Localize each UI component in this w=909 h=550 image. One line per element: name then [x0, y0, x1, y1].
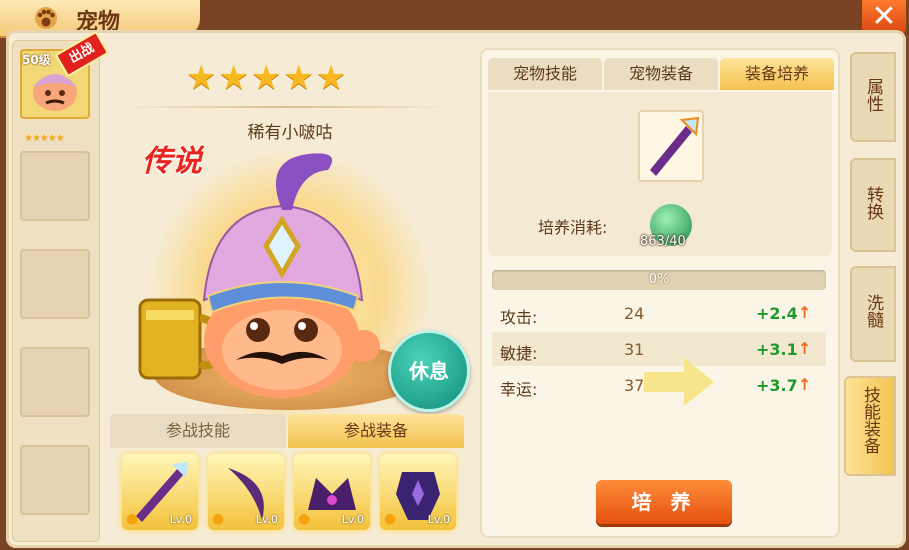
pet-slot-empty[interactable] — [20, 445, 90, 515]
equipment-level: Lv.0 — [427, 513, 450, 526]
equipment-slot[interactable]: ● Lv.0 — [294, 454, 370, 530]
tab-equipment-cultivate[interactable]: 装备培养 — [720, 58, 834, 90]
equipment-slot[interactable]: ● Lv.0 — [380, 454, 456, 530]
paw-icon: ● — [298, 511, 311, 527]
cultivate-panel: 宠物技能 宠物装备 装备培养 培养消耗: 863/40 0% 攻击: 24 +2… — [480, 48, 840, 538]
cultivate-button[interactable]: 培 养 — [596, 480, 732, 524]
equipment-level: Lv.0 — [169, 513, 192, 526]
equipment-slot[interactable]: ● Lv.0 — [122, 454, 198, 530]
side-tab-label: 转换 — [863, 186, 883, 220]
tab-battle-skills[interactable]: 参战技能 — [110, 414, 286, 448]
stat-row: 攻击: 24 +2.4 ↑ — [492, 296, 826, 330]
side-tab-refine[interactable]: 洗髓 — [850, 266, 896, 362]
paw-icon: ● — [384, 511, 397, 527]
up-arrow-icon: ↑ — [798, 339, 812, 358]
stat-name: 幸运: — [500, 380, 538, 399]
pet-display: ★★★★★ 稀有小啵咕 传说 休息 参战技能 参战装备 ● Lv.0 ● Lv.… — [102, 40, 474, 540]
paw-icon: ● — [126, 511, 139, 527]
pet-slot-active[interactable]: 50级 出战 ★★★★★ — [20, 30, 110, 144]
stat-increase: +3.1 — [756, 340, 798, 359]
pet-name: 稀有小啵咕 — [247, 123, 333, 143]
staff-icon — [650, 116, 700, 176]
tab-pet-skills[interactable]: 宠物技能 — [488, 58, 602, 90]
equipment-slot[interactable]: ● Lv.0 — [208, 454, 284, 530]
rarity-label: 传说 — [142, 144, 202, 179]
cost-label: 培养消耗: — [538, 218, 608, 237]
cost-value: 863/40 — [640, 234, 686, 249]
pet-star-rating: ★★★★★ — [186, 58, 349, 98]
stat-value: 24 — [624, 304, 645, 323]
side-tab-label: 属性 — [863, 78, 883, 112]
battle-equipment-row: ● Lv.0 ● Lv.0 ● Lv.0 ● Lv.0 — [116, 452, 460, 536]
side-tab-skill-equipment[interactable]: 技能装备 — [844, 376, 896, 476]
progress-text: 0% — [648, 272, 670, 287]
right-tabs: 宠物技能 宠物装备 装备培养 — [488, 58, 834, 92]
tab-battle-equipment[interactable]: 参战装备 — [288, 414, 464, 448]
equipment-level: Lv.0 — [255, 513, 278, 526]
stat-value: 31 — [624, 340, 645, 359]
side-tab-label: 技能装备 — [860, 386, 880, 454]
paw-icon: ● — [212, 511, 225, 527]
tab-pet-equipment[interactable]: 宠物装备 — [604, 58, 718, 90]
stat-increase: +3.7 — [756, 376, 798, 395]
equipment-level: Lv.0 — [341, 513, 364, 526]
rest-button[interactable]: 休息 — [388, 330, 470, 412]
side-tab-attributes[interactable]: 属性 — [850, 52, 896, 142]
pet-slot-empty[interactable] — [20, 151, 90, 221]
cultivate-item-box: 培养消耗: 863/40 — [488, 92, 832, 256]
up-arrow-icon: ↑ — [798, 303, 812, 322]
paw-icon — [35, 7, 57, 29]
pet-slot-empty[interactable] — [20, 249, 90, 319]
pet-slot-empty[interactable] — [20, 347, 90, 417]
slot-star-rating: ★★★★★ — [24, 133, 65, 144]
stat-value: 37 — [624, 376, 645, 395]
cultivate-item-slot[interactable] — [638, 110, 704, 182]
right-arrow-icon — [644, 358, 714, 406]
stat-name: 敏捷: — [500, 344, 538, 363]
cultivate-progress-bar: 0% — [492, 270, 826, 290]
side-tab-convert[interactable]: 转换 — [850, 158, 896, 252]
up-arrow-icon: ↑ — [798, 375, 812, 394]
pet-slot-list: 50级 出战 ★★★★★ — [12, 30, 110, 542]
pet-portrait — [138, 153, 380, 398]
pet-level-text: 50级 — [22, 53, 51, 67]
battle-tabs: 参战技能 参战装备 — [110, 414, 466, 448]
stat-increase: +2.4 — [756, 304, 798, 323]
name-divider — [122, 106, 452, 108]
side-tab-label: 洗髓 — [863, 294, 883, 328]
stat-name: 攻击: — [500, 308, 538, 327]
